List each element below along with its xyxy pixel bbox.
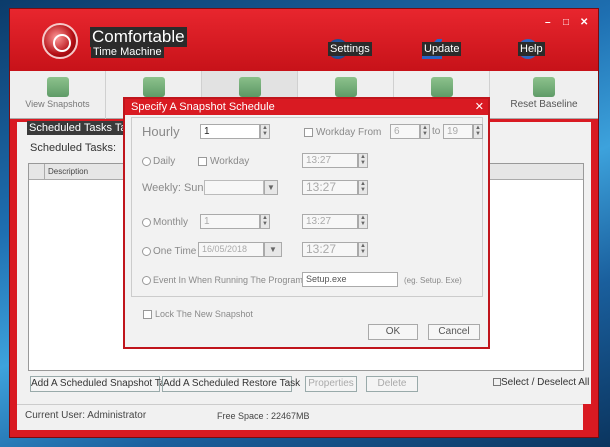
radio-circle — [142, 218, 151, 227]
workday-from-checkbox[interactable]: Workday From — [304, 127, 381, 138]
hourly-option[interactable]: Hourly — [142, 124, 180, 139]
maximize-button[interactable]: □ — [563, 17, 569, 28]
dialog-title: Specify A Snapshot Schedule — [131, 101, 275, 113]
reset-icon — [533, 77, 555, 97]
monthly-time-spinner[interactable]: ▲ ▼ — [358, 214, 368, 229]
help-button[interactable]: ? Help — [518, 39, 545, 59]
update-label: Update — [422, 42, 462, 56]
event-option[interactable]: Event In When Running The Program — [142, 275, 303, 285]
one-time-option[interactable]: One Time — [142, 246, 196, 257]
compare-icon — [430, 77, 453, 97]
dialog-title-bar: Specify A Snapshot Schedule ✕ — [125, 99, 488, 115]
update-button[interactable]: Update — [422, 39, 462, 59]
to-hour-field[interactable]: 19 — [443, 124, 473, 139]
free-space: Free Space : 22467MB — [217, 411, 310, 421]
monthly-day-field[interactable]: 1 — [200, 214, 260, 229]
minimize-button[interactable]: – — [545, 17, 551, 28]
properties-button[interactable]: Properties — [305, 376, 357, 392]
dialog-close-icon[interactable]: ✕ — [475, 99, 484, 115]
to-label: to — [432, 126, 441, 137]
hourly-label: Hourly — [142, 124, 180, 139]
tool-label: Reset Baseline — [510, 99, 578, 110]
help-label: Help — [518, 42, 545, 56]
one-time-time-spinner[interactable]: ▲ ▼ — [358, 242, 368, 257]
scheduled-tasks-label: Scheduled Tasks: — [30, 142, 117, 154]
settings-button[interactable]: Settings — [328, 39, 372, 59]
one-time-date-field[interactable]: 16/05/2018 — [198, 242, 264, 257]
radio-circle — [142, 247, 151, 256]
description-column[interactable]: Description — [45, 164, 125, 179]
select-all-label: Select / Deselect All — [501, 377, 590, 388]
daily-time-spinner[interactable]: ▲ ▼ — [358, 153, 368, 168]
app-title: Comfortable — [90, 27, 187, 47]
to-hour-spinner[interactable]: ▲ ▼ — [473, 124, 483, 139]
hourly-spinner[interactable]: ▲ ▼ — [260, 124, 270, 139]
weekly-time-field[interactable]: 13:27 — [302, 180, 358, 195]
snapshots-icon — [46, 77, 69, 97]
daily-time-field[interactable]: 13:27 — [302, 153, 358, 168]
one-time-time-field[interactable]: 13:27 — [302, 242, 358, 257]
from-hour-field[interactable]: 6 — [390, 124, 420, 139]
weekday-dropdown[interactable] — [204, 180, 264, 195]
weekly-time-spinner[interactable]: ▲ ▼ — [358, 180, 368, 195]
workday-label: Workday — [210, 156, 250, 167]
settings-label: Settings — [328, 42, 372, 56]
schedule-options-group: Hourly 1 ▲ ▼ Workday From 6 ▲ ▼ to 19 ▲ ▼ D… — [131, 117, 483, 297]
checkbox-box — [143, 309, 152, 319]
select-all-checkbox[interactable]: Select / Deselect All — [493, 377, 589, 388]
tool-reset-baseline[interactable]: Reset Baseline — [490, 71, 598, 119]
event-program-field[interactable]: Setup.exe — [302, 272, 398, 287]
tool-label: View Snapshots — [25, 99, 90, 109]
event-label: Event In When Running The Program — [153, 275, 303, 285]
title-bar: Comfortable Time Machine – □ ✕ Settings … — [10, 9, 598, 71]
workday-from-label: Workday From — [316, 127, 382, 138]
app-logo-icon — [42, 23, 78, 59]
daily-workday-checkbox[interactable]: Workday — [198, 156, 249, 167]
ok-button[interactable]: OK — [368, 324, 418, 340]
snapshot-schedule-dialog: Specify A Snapshot Schedule ✕ Hourly 1 ▲… — [123, 97, 490, 349]
monthly-label: Monthly — [153, 217, 189, 228]
hourly-interval-field[interactable]: 1 — [200, 124, 260, 139]
app-subtitle: Time Machine — [91, 46, 164, 58]
monthly-day-spinner[interactable]: ▲ ▼ — [260, 214, 270, 229]
checkbox-box — [198, 157, 207, 166]
restore-icon — [334, 77, 357, 97]
delete-button[interactable]: Delete — [366, 376, 418, 392]
checkbox-box — [304, 128, 313, 137]
from-hour-spinner[interactable]: ▲ ▼ — [420, 124, 430, 139]
cancel-button[interactable]: Cancel — [428, 324, 480, 340]
lock-snapshot-checkbox[interactable]: Lock The New Snapshot — [143, 309, 253, 319]
monthly-time-field[interactable]: 13:27 — [302, 214, 358, 229]
add-snapshot-task-button[interactable]: Add A Scheduled Snapshot Task — [30, 376, 175, 392]
one-time-label: One Time — [153, 246, 197, 257]
checkbox-box — [493, 378, 501, 386]
tool-view-snapshots[interactable]: View Snapshots — [10, 71, 106, 119]
status-bar: Current User: Administrator Free Space :… — [17, 404, 583, 430]
monthly-option[interactable]: Monthly — [142, 217, 188, 228]
daily-option[interactable]: Daily — [142, 156, 175, 167]
add-restore-task-button[interactable]: Add A Scheduled Restore Task — [162, 376, 300, 392]
radio-circle — [142, 157, 151, 166]
clock-icon — [238, 77, 261, 97]
lock-snapshot-label: Lock The New Snapshot — [155, 309, 253, 319]
camera-icon — [142, 77, 165, 97]
calendar-dropdown-icon[interactable]: ▼ — [264, 242, 282, 257]
close-button[interactable]: ✕ — [580, 17, 588, 28]
current-user: Current User: Administrator — [25, 410, 147, 421]
daily-label: Daily — [153, 156, 176, 167]
radio-circle — [142, 275, 151, 285]
chevron-down-icon[interactable]: ▼ — [264, 180, 278, 195]
event-example-hint: (eg. Setup. Exe) — [404, 276, 462, 285]
